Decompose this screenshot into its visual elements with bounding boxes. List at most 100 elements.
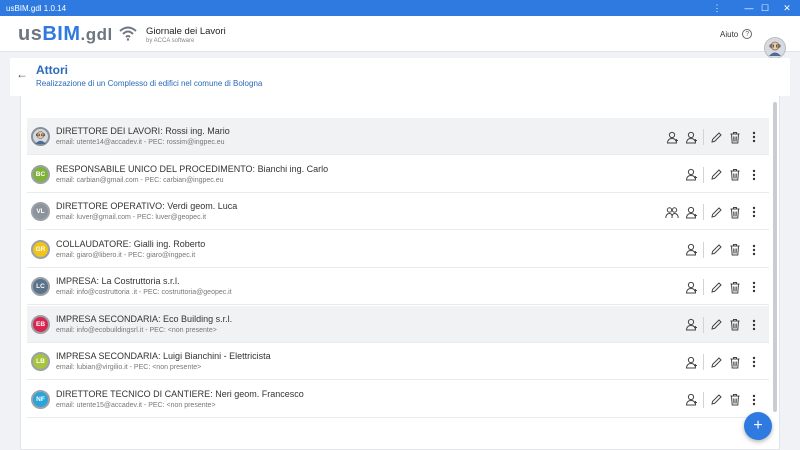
page-title: Attori [36, 63, 68, 77]
edit-pencil-icon[interactable] [709, 243, 723, 257]
more-options-icon[interactable] [747, 205, 761, 219]
app-header: usBIM.gdl Giornale dei Lavori by ACCA so… [0, 16, 800, 59]
actor-role: DIRETTORE TECNICO DI CANTIERE [56, 388, 211, 399]
more-options-icon[interactable] [747, 393, 761, 407]
add-user-icon[interactable] [684, 393, 698, 407]
actor-pec: luver@geopec.it [155, 214, 207, 221]
add-user-icon[interactable] [684, 243, 698, 257]
actor-avatar: LC [31, 277, 50, 296]
actor-avatar: BC [31, 164, 50, 184]
delete-trash-icon[interactable] [728, 130, 742, 144]
page-subtitle: Realizzazione di un Complesso di edifici… [36, 79, 263, 88]
page-header: ← Attori Realizzazione di un Complesso d… [10, 58, 790, 96]
actor-initials: LC [36, 283, 45, 290]
actor-contacts: email: lubian@virgilio.it - PEC: <non pr… [56, 364, 201, 371]
actor-actions [665, 128, 761, 146]
edit-pencil-icon[interactable] [709, 393, 723, 407]
pec-prefix: - PEC: [141, 401, 167, 409]
actor-name: Eco Building s.r.l. [163, 313, 233, 324]
group-users-icon[interactable] [665, 205, 679, 219]
actor-row[interactable]: BC RESPONSABILE UNICO DEL PROCEDIMENTO: … [27, 156, 769, 193]
window-menu-icon[interactable]: ⋮ [704, 0, 730, 16]
help-button[interactable]: Aiuto ? [720, 29, 753, 39]
actor-row[interactable]: LB IMPRESA SECONDARIA: Luigi Bianchini -… [27, 343, 769, 380]
edit-pencil-icon[interactable] [709, 205, 723, 219]
actor-email: info@ecobuildingsrl.it [76, 326, 144, 334]
actor-contacts: email: giaro@libero.it - PEC: giaro@ingp… [56, 252, 195, 259]
actor-avatar: VL [31, 202, 50, 221]
delete-trash-icon[interactable] [728, 355, 742, 369]
more-options-icon[interactable] [747, 318, 761, 332]
delete-trash-icon[interactable] [728, 318, 742, 332]
delete-trash-icon[interactable] [728, 168, 742, 182]
actor-title: IMPRESA SECONDARIA: Eco Building s.r.l. [56, 314, 232, 324]
actor-name: Bianchi ing. Carlo [257, 163, 329, 174]
delete-trash-icon[interactable] [728, 243, 742, 257]
actor-pec: giaro@ingpec.it [146, 251, 196, 259]
add-user-icon[interactable] [684, 205, 698, 219]
actor-initials: GR [35, 245, 46, 253]
edit-pencil-icon[interactable] [709, 130, 723, 144]
actor-row[interactable]: LC IMPRESA: La Costruttoria s.r.l. email… [27, 268, 769, 305]
add-user-icon[interactable] [684, 355, 698, 369]
actor-name: Verdi geom. Luca [167, 201, 238, 211]
actor-title: COLLAUDATORE: Gialli ing. Roberto [56, 239, 205, 249]
actor-role: IMPRESA SECONDARIA [56, 351, 159, 361]
actor-row[interactable]: GR COLLAUDATORE: Gialli ing. Roberto ema… [27, 231, 769, 268]
assign-user-icon[interactable] [665, 130, 679, 144]
actor-contacts: email: info@ecobuildingsrl.it - PEC: <no… [56, 327, 217, 334]
actor-role: DIRETTORE OPERATIVO [56, 201, 163, 211]
actor-row[interactable]: EB IMPRESA SECONDARIA: Eco Building s.r.… [27, 305, 769, 343]
actor-contacts: email: utente14@accadev.it - PEC: rossim… [56, 139, 225, 146]
actor-title: DIRETTORE DEI LAVORI: Rossi ing. Mario [56, 126, 230, 136]
add-user-icon[interactable] [684, 280, 698, 294]
delete-trash-icon[interactable] [728, 280, 742, 294]
add-user-icon[interactable] [684, 318, 698, 332]
actions-divider [703, 279, 704, 295]
actor-name: Rossi ing. Mario [165, 126, 230, 136]
actor-row[interactable]: VL DIRETTORE OPERATIVO: Verdi geom. Luca… [27, 193, 769, 230]
actor-name: Gialli ing. Roberto [133, 238, 206, 249]
actor-initials: BC [35, 170, 46, 178]
pec-prefix: - PEC: [141, 139, 167, 146]
actor-avatar: LB [31, 352, 50, 371]
actor-avatar: EB [31, 314, 50, 334]
window-close-icon[interactable]: ✕ [774, 0, 800, 16]
more-options-icon[interactable] [747, 130, 761, 144]
actor-row[interactable]: DIRETTORE DEI LAVORI: Rossi ing. Mario e… [27, 118, 769, 155]
edit-pencil-icon[interactable] [709, 318, 723, 332]
actor-avatar: NF [31, 389, 50, 409]
actor-avatar: GR [31, 239, 50, 259]
actor-title: DIRETTORE OPERATIVO: Verdi geom. Luca [56, 201, 237, 211]
delete-trash-icon[interactable] [728, 393, 742, 407]
actor-title: IMPRESA: La Costruttoria s.r.l. [56, 276, 180, 286]
user-face-icon [769, 41, 781, 56]
add-actor-button[interactable]: + [744, 412, 772, 440]
app-logo: usBIM.gdl [18, 23, 113, 46]
email-prefix: email: [56, 214, 77, 221]
back-arrow-icon[interactable]: ← [16, 67, 28, 81]
edit-pencil-icon[interactable] [709, 168, 723, 182]
add-user-icon[interactable] [684, 168, 698, 182]
actor-actions [684, 391, 761, 409]
more-options-icon[interactable] [747, 243, 761, 257]
actor-initials: NF [36, 395, 45, 403]
user-avatar[interactable] [764, 37, 786, 59]
actor-photo-icon [35, 131, 46, 144]
actor-actions [665, 203, 761, 221]
delete-trash-icon[interactable] [728, 205, 742, 219]
more-options-icon[interactable] [747, 168, 761, 182]
logo-us: us [18, 23, 43, 45]
actor-email: lubian@virgilio.it [76, 364, 128, 371]
scrollbar[interactable] [773, 102, 777, 412]
add-user-icon[interactable] [684, 130, 698, 144]
more-options-icon[interactable] [747, 355, 761, 369]
actor-role: COLLAUDATORE [56, 238, 129, 249]
more-options-icon[interactable] [747, 280, 761, 294]
edit-pencil-icon[interactable] [709, 280, 723, 294]
actor-row[interactable]: NF DIRETTORE TECNICO DI CANTIERE: Neri g… [27, 381, 769, 418]
actor-name: Luigi Bianchini - Elettricista [163, 351, 271, 361]
actor-actions [684, 241, 761, 259]
edit-pencil-icon[interactable] [709, 355, 723, 369]
actor-pec: <non presente> [167, 326, 217, 334]
